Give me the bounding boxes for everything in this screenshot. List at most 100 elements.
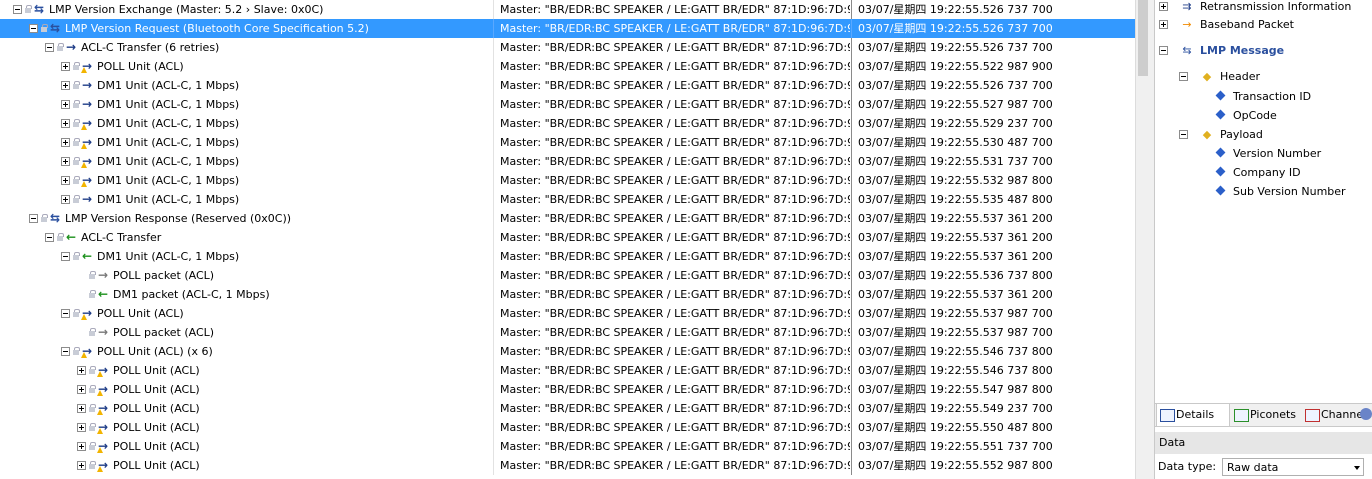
warning-icon [81, 124, 87, 130]
row-timestamp: 03/07/星期四 19:22:55.537 361 200 [851, 228, 1135, 247]
expand-icon[interactable] [77, 366, 86, 375]
expand-icon[interactable] [61, 100, 70, 109]
row-timestamp: 03/07/星期四 19:22:55.537 361 200 [851, 285, 1135, 304]
collapse-icon[interactable] [1179, 72, 1188, 81]
table-row[interactable]: → DM1 Unit (ACL-C, 1 Mbps) Master: "BR/EDR… [0, 95, 1135, 114]
collapse-icon[interactable] [13, 5, 22, 14]
details-item[interactable]: OpCode [1179, 106, 1368, 125]
data-type-select[interactable]: Raw data [1222, 458, 1364, 476]
tab-piconets[interactable]: Piconets [1231, 404, 1301, 426]
collapse-icon[interactable] [61, 309, 70, 318]
table-row[interactable]: → POLL packet (ACL) Master: "BR/EDR:BC SPE… [0, 266, 1135, 285]
table-row[interactable]: → DM1 Unit (ACL-C, 1 Mbps) Master: "BR/EDR… [0, 76, 1135, 95]
expand-icon[interactable] [77, 461, 86, 470]
table-row[interactable]: ← DM1 packet (ACL-C, 1 Mbps) Master: "BR/E… [0, 285, 1135, 304]
globe-icon[interactable] [1360, 408, 1372, 420]
expand-icon[interactable] [1159, 2, 1168, 11]
table-row[interactable]: → DM1 Unit (ACL-C, 1 Mbps) Master: "BR/EDR… [0, 152, 1135, 171]
details-item[interactable]: Version Number [1179, 144, 1368, 163]
collapse-icon[interactable] [45, 233, 54, 242]
expand-icon[interactable] [77, 385, 86, 394]
collapse-icon[interactable] [61, 347, 70, 356]
table-row[interactable]: → POLL Unit (ACL) Master: "BR/EDR:BC SPEAK… [0, 380, 1135, 399]
table-row[interactable]: → POLL packet (ACL) Master: "BR/EDR:BC SPE… [0, 323, 1135, 342]
tab-channels[interactable]: Channels [1302, 404, 1372, 426]
table-row[interactable]: → POLL Unit (ACL) Master: "BR/EDR:BC SPEAK… [0, 456, 1135, 475]
packet-tree[interactable]: ⇆ LMP Version Exchange (Master: 5.2 › Sla… [0, 0, 1135, 479]
details-item[interactable]: ⇉ Retransmission Information [1159, 0, 1368, 16]
table-row[interactable]: → POLL Unit (ACL) Master: "BR/EDR:BC SPEAK… [0, 399, 1135, 418]
arrow-warning-icon: → [81, 135, 93, 149]
expand-icon[interactable] [61, 195, 70, 204]
details-icon [1160, 409, 1175, 422]
row-timestamp: 03/07/星期四 19:22:55.537 361 200 [851, 247, 1135, 266]
row-timestamp: 03/07/星期四 19:22:55.549 237 700 [851, 399, 1135, 418]
table-row[interactable]: → DM1 Unit (ACL-C, 1 Mbps) Master: "BR/EDR… [0, 133, 1135, 152]
warning-icon [81, 67, 87, 73]
arrow-warning-icon: → [97, 439, 109, 453]
expand-icon[interactable] [61, 157, 70, 166]
table-row[interactable]: → POLL Unit (ACL) Master: "BR/EDR:BC SPEAK… [0, 437, 1135, 456]
details-item[interactable]: Sub Version Number [1179, 182, 1368, 201]
table-row[interactable]: → DM1 Unit (ACL-C, 1 Mbps) Master: "BR/EDR… [0, 190, 1135, 209]
tab-details[interactable]: Details [1156, 403, 1230, 426]
table-row[interactable]: ← ACL-C Transfer Master: "BR/EDR:BC SPEAKE… [0, 228, 1135, 247]
table-row[interactable]: → POLL Unit (ACL) Master: "BR/EDR:BC SPEAK… [0, 418, 1135, 437]
arrow-warning-icon: → [81, 59, 93, 73]
details-item[interactable]: Transaction ID [1179, 87, 1368, 106]
row-description: → POLL Unit (ACL) [0, 380, 492, 399]
table-row[interactable]: → ACL-C Transfer (6 retries) Master: "BR/E… [0, 38, 1135, 57]
expand-icon[interactable] [77, 423, 86, 432]
details-item[interactable]: Company ID [1179, 163, 1368, 182]
collapse-icon[interactable] [29, 24, 38, 33]
details-item[interactable]: ◆ Header [1179, 67, 1368, 86]
scrollbar-thumb[interactable] [1138, 0, 1148, 76]
field-icon [1215, 147, 1226, 158]
arrow-left-green-icon: ← [97, 287, 109, 301]
channels-icon [1305, 409, 1320, 422]
expand-icon[interactable] [61, 119, 70, 128]
row-description: → DM1 Unit (ACL-C, 1 Mbps) [0, 95, 492, 114]
table-row[interactable]: → POLL Unit (ACL) (x 6) Master: "BR/EDR:BC… [0, 342, 1135, 361]
expand-icon[interactable] [61, 81, 70, 90]
row-label: DM1 Unit (ACL-C, 1 Mbps) [97, 98, 240, 111]
panel-tabs: Details Piconets Channels [1155, 403, 1372, 427]
row-description: → POLL packet (ACL) [0, 323, 492, 342]
table-row[interactable]: ⇆ LMP Version Request (Bluetooth Core Spe… [0, 19, 1135, 38]
row-label: POLL Unit (ACL) [113, 459, 200, 472]
details-item[interactable]: ⇆ LMP Message [1159, 41, 1368, 60]
row-device: Master: "BR/EDR:BC SPEAKER / LE:GATT BR/… [493, 76, 850, 95]
table-row[interactable]: → POLL Unit (ACL) Master: "BR/EDR:BC SPEAK… [0, 304, 1135, 323]
details-item-label: Transaction ID [1233, 90, 1312, 103]
expand-icon[interactable] [61, 62, 70, 71]
table-row[interactable]: → POLL Unit (ACL) Master: "BR/EDR:BC SPEAK… [0, 57, 1135, 76]
collapse-icon[interactable] [1179, 130, 1188, 139]
expand-icon[interactable] [1159, 20, 1168, 29]
expand-icon[interactable] [61, 176, 70, 185]
row-label: DM1 Unit (ACL-C, 1 Mbps) [97, 79, 240, 92]
table-row[interactable]: ⇆ LMP Version Response (Reserved (0x0C)) M… [0, 209, 1135, 228]
row-description: → DM1 Unit (ACL-C, 1 Mbps) [0, 76, 492, 95]
table-row[interactable]: → DM1 Unit (ACL-C, 1 Mbps) Master: "BR/EDR… [0, 171, 1135, 190]
collapse-icon[interactable] [61, 252, 70, 261]
table-row[interactable]: ← DM1 Unit (ACL-C, 1 Mbps) Master: "BR/EDR… [0, 247, 1135, 266]
row-label: POLL Unit (ACL) [113, 402, 200, 415]
collapse-icon[interactable] [29, 214, 38, 223]
details-item[interactable]: ◆ Payload [1179, 125, 1368, 144]
table-row[interactable]: → POLL Unit (ACL) Master: "BR/EDR:BC SPEAK… [0, 361, 1135, 380]
details-item[interactable]: → Baseband Packet [1159, 15, 1368, 34]
expand-icon[interactable] [77, 442, 86, 451]
row-timestamp: 03/07/星期四 19:22:55.522 987 900 [851, 57, 1135, 76]
collapse-icon[interactable] [1159, 46, 1168, 55]
expand-icon[interactable] [61, 138, 70, 147]
row-device: Master: "BR/EDR:BC SPEAKER / LE:GATT BR/… [493, 0, 850, 19]
row-description: → ACL-C Transfer (6 retries) [0, 38, 492, 57]
vertical-scrollbar[interactable] [1135, 0, 1150, 479]
expand-icon[interactable] [77, 404, 86, 413]
collapse-icon[interactable] [45, 43, 54, 52]
table-row[interactable]: → DM1 Unit (ACL-C, 1 Mbps) Master: "BR/EDR… [0, 114, 1135, 133]
table-row[interactable]: ⇆ LMP Version Exchange (Master: 5.2 › Sla… [0, 0, 1135, 19]
row-label: DM1 Unit (ACL-C, 1 Mbps) [97, 117, 240, 130]
arrow-right-blue-icon: → [81, 78, 93, 92]
row-label: POLL Unit (ACL) [113, 440, 200, 453]
